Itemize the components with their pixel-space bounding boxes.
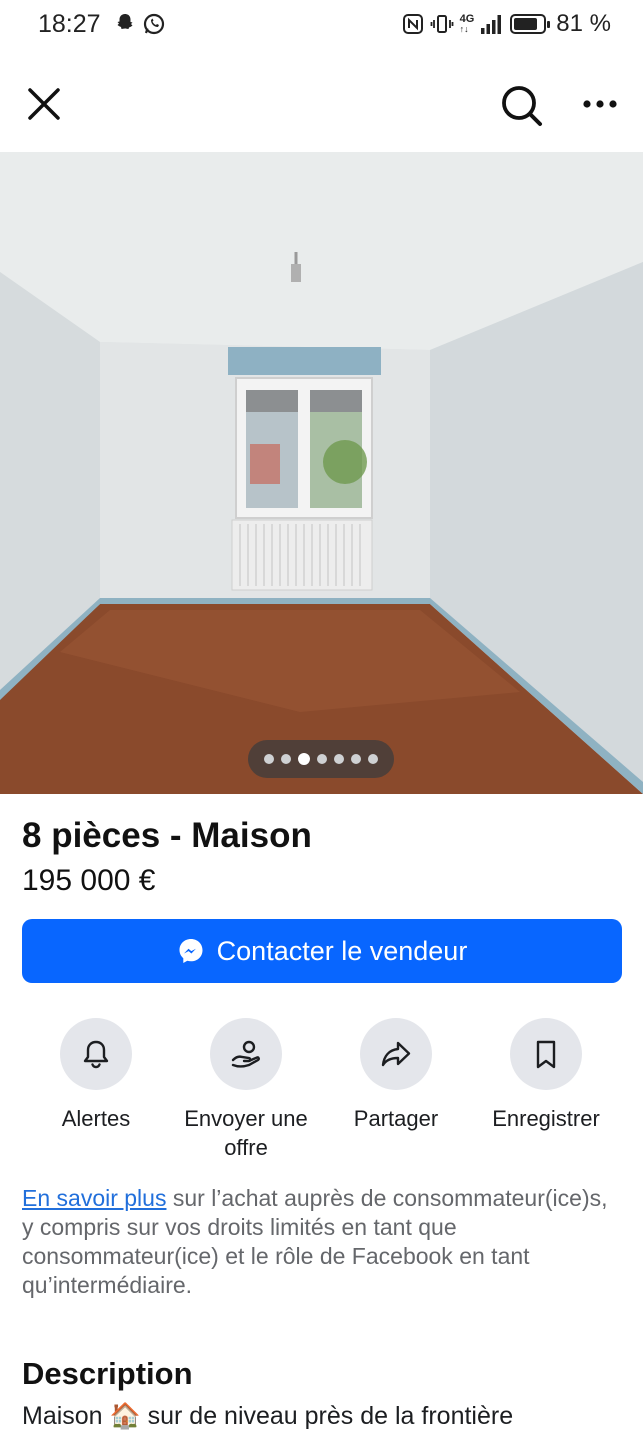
status-time: 18:27 bbox=[38, 10, 101, 38]
messenger-icon bbox=[179, 939, 203, 963]
top-bar bbox=[0, 72, 643, 138]
alerts-label: Alertes bbox=[61, 1106, 131, 1131]
close-icon bbox=[28, 88, 60, 120]
battery-icon bbox=[510, 14, 551, 34]
whatsapp-icon bbox=[143, 13, 165, 35]
notification-icons bbox=[114, 12, 166, 36]
share-icon bbox=[381, 1041, 411, 1067]
bookmark-icon bbox=[536, 1040, 556, 1069]
offer-icon bbox=[231, 1040, 260, 1068]
search-button[interactable] bbox=[498, 82, 544, 128]
contact-seller-button[interactable]: Contacter le vendeur bbox=[22, 919, 622, 983]
4g-icon: 4G ↑↓ bbox=[459, 13, 475, 35]
search-icon bbox=[502, 86, 542, 126]
send-offer-button[interactable]: Envoyer une offre bbox=[161, 1018, 331, 1162]
save-button[interactable]: Enregistrer bbox=[461, 1018, 631, 1133]
send-offer-icon-circle bbox=[210, 1018, 282, 1090]
status-bar: 18:27 4G ↑↓ 81 % bbox=[0, 0, 643, 50]
pagination-dot[interactable] bbox=[334, 754, 344, 764]
signal-icon bbox=[481, 15, 502, 34]
photo-pagination[interactable] bbox=[248, 740, 394, 778]
pagination-dot[interactable] bbox=[351, 754, 361, 764]
description-heading: Description bbox=[22, 1356, 193, 1391]
battery-fill bbox=[514, 18, 537, 30]
alerts-icon-circle bbox=[60, 1018, 132, 1090]
pagination-dot[interactable] bbox=[317, 754, 327, 764]
pagination-dot[interactable] bbox=[281, 754, 291, 764]
nfc-icon bbox=[402, 14, 423, 34]
save-label: Enregistrer bbox=[492, 1106, 600, 1131]
network-type: 4G bbox=[459, 13, 475, 25]
bell-icon bbox=[83, 1040, 109, 1069]
more-options-button[interactable] bbox=[578, 86, 622, 122]
contact-seller-label: Contacter le vendeur bbox=[216, 935, 468, 966]
alerts-button[interactable]: Alertes bbox=[11, 1018, 181, 1133]
listing-title: 8 pièces - Maison bbox=[22, 816, 312, 855]
close-button[interactable] bbox=[24, 84, 64, 124]
snapchat-icon bbox=[117, 14, 133, 29]
description-text: Maison 🏠 sur de niveau près de la fronti… bbox=[22, 1402, 514, 1430]
listing-price: 195 000 € bbox=[22, 864, 156, 897]
send-offer-label: Envoyer une offre bbox=[184, 1106, 308, 1160]
share-icon-circle bbox=[360, 1018, 432, 1090]
share-button[interactable]: Partager bbox=[311, 1018, 481, 1133]
vibrate-icon bbox=[430, 15, 454, 33]
pagination-dot[interactable] bbox=[368, 754, 378, 764]
system-status: 4G ↑↓ 81 % bbox=[402, 10, 611, 38]
room-photo-illustration bbox=[0, 152, 643, 794]
action-row: Alertes Envoyer une offre Partager Enreg… bbox=[0, 1018, 643, 1168]
buyer-info-text: En savoir plus sur l’achat auprès de con… bbox=[22, 1184, 622, 1300]
pagination-dot[interactable] bbox=[264, 754, 274, 764]
pagination-dot[interactable] bbox=[298, 753, 310, 765]
learn-more-link[interactable]: En savoir plus bbox=[22, 1185, 166, 1211]
battery-percent: 81 % bbox=[556, 10, 611, 37]
more-icon bbox=[583, 100, 617, 108]
share-label: Partager bbox=[353, 1106, 439, 1131]
save-icon-circle bbox=[510, 1018, 582, 1090]
listing-photo[interactable] bbox=[0, 152, 643, 794]
